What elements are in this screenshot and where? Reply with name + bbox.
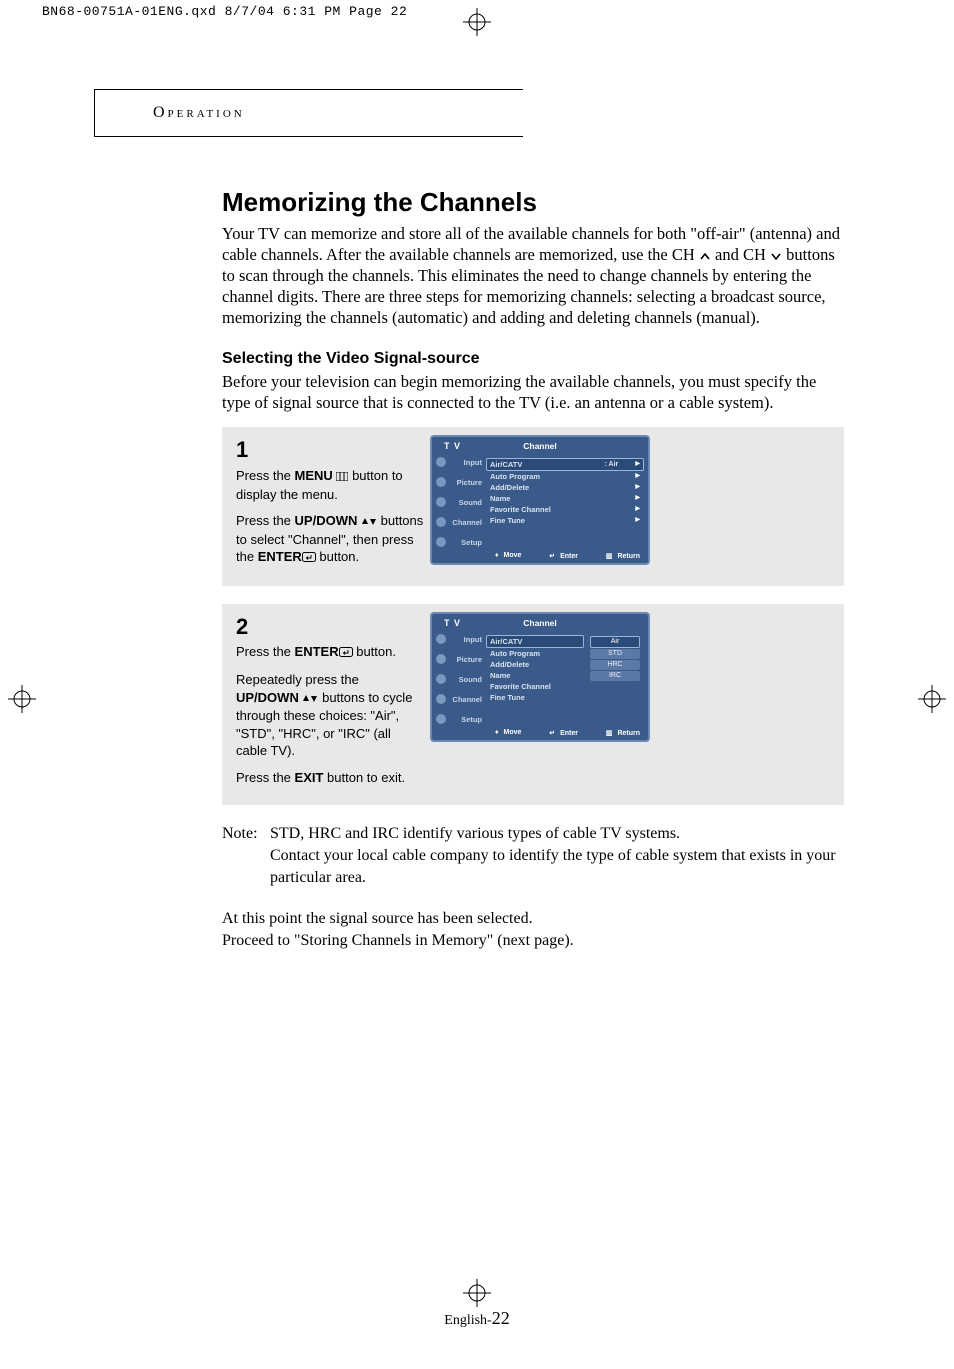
footer-lang: English- (444, 1313, 491, 1328)
step-1-number: 1 (236, 435, 424, 465)
osd-menu-row-aircatv: Air/CATV (486, 635, 584, 648)
subhead-paragraph: Before your television can begin memoriz… (222, 372, 844, 413)
intro-paragraph: Your TV can memorize and store all of th… (222, 224, 844, 328)
osd-title: Channel (432, 441, 648, 451)
osd-sidebar-setup: Setup (436, 712, 484, 728)
osd-footer-move: ♦ Move (492, 552, 521, 560)
subhead: Selecting the Video Signal-source (222, 350, 844, 368)
note-body: STD, HRC and IRC identify various types … (270, 823, 844, 888)
chevron-right-icon: ▶ (635, 471, 640, 482)
osd-footer-move: ♦ Move (492, 729, 521, 737)
ch-up-icon (699, 246, 711, 267)
osd-menu-row-aircatv: Air/CATV : Air ▶ (486, 458, 644, 471)
osd-menu: Air/CATV Auto Program Add/Delete Name Fa… (490, 636, 580, 703)
osd-menu: Air/CATV : Air ▶ Auto Program▶ Add/Delet… (490, 459, 640, 526)
step-2: 2 Press the ENTER button. Repeatedly pre… (222, 604, 844, 806)
step-1-line-1: Press the MENU button to display the men… (236, 467, 424, 503)
up-down-arrows-icon (361, 513, 377, 531)
osd-sidebar-picture: Picture (436, 475, 484, 491)
ch-down-icon (770, 246, 782, 267)
osd-option-irc: IRC (590, 671, 640, 681)
chevron-right-icon: ▶ (635, 493, 640, 504)
osd-sidebar-setup: Setup (436, 535, 484, 551)
section-tab: Operation (94, 89, 523, 137)
osd-title: Channel (432, 618, 648, 628)
step-2-line-2: Repeatedly press the UP/DOWN buttons to … (236, 671, 424, 760)
step-2-number: 2 (236, 612, 424, 642)
step-1: 1 Press the MENU button to display the m… (222, 427, 844, 585)
osd-option-air: Air (590, 636, 640, 648)
osd-menu-row-finetune: Fine Tune (490, 692, 580, 703)
osd-menu-row-autoprogram: Auto Program (490, 648, 580, 659)
step-2-line-3: Press the EXIT button to exit. (236, 769, 424, 787)
osd-screenshot-1: T V Channel Input Picture Sound Channel … (430, 435, 650, 565)
section-tab-label: Operation (153, 104, 245, 122)
enter-icon (302, 549, 316, 567)
osd-footer-return: ▥ Return (603, 552, 640, 560)
closing-paragraph: At this point the signal source has been… (222, 908, 844, 951)
osd-menu-row-autoprogram: Auto Program▶ (490, 471, 640, 482)
osd-screenshot-2: T V Channel Input Picture Sound Channel … (430, 612, 650, 742)
osd-sidebar-input: Input (436, 455, 484, 471)
osd-sidebar-sound: Sound (436, 495, 484, 511)
note-label: Note: (222, 823, 270, 888)
osd-menu-row-finetune: Fine Tune▶ (490, 515, 640, 526)
osd-footer-return: ▥ Return (603, 729, 640, 737)
osd-sidebar-channel: Channel (436, 515, 484, 531)
chevron-right-icon: ▶ (635, 482, 640, 493)
chevron-right-icon: ▶ (635, 459, 640, 470)
osd-sidebar-channel: Channel (436, 692, 484, 708)
osd-sidebar-sound: Sound (436, 672, 484, 688)
page-title: Memorizing the Channels (222, 187, 844, 218)
osd-menu-row-name: Name▶ (490, 493, 640, 504)
footer-page-number: 22 (492, 1308, 510, 1328)
osd-menu-row-favorite: Favorite Channel▶ (490, 504, 640, 515)
page-footer: English-22 (0, 1308, 954, 1329)
osd-options: Air STD HRC IRC (590, 636, 640, 682)
enter-icon (339, 644, 353, 662)
note: Note: STD, HRC and IRC identify various … (222, 823, 844, 888)
osd-footer-enter: ↵ Enter (546, 729, 578, 737)
osd-option-std: STD (590, 649, 640, 659)
step-1-line-2: Press the UP/DOWN buttons to select "Cha… (236, 512, 424, 567)
osd-footer: ♦ Move ↵ Enter ▥ Return (492, 552, 640, 560)
osd-sidebar-input: Input (436, 632, 484, 648)
osd-sidebar: Input Picture Sound Channel Setup (436, 455, 484, 555)
menu-icon (336, 468, 348, 486)
osd-sidebar-picture: Picture (436, 652, 484, 668)
chevron-right-icon: ▶ (635, 504, 640, 515)
osd-sidebar: Input Picture Sound Channel Setup (436, 632, 484, 732)
osd-menu-row-name: Name (490, 670, 580, 681)
osd-menu-row-adddelete: Add/Delete (490, 659, 580, 670)
up-down-arrows-icon (302, 690, 318, 708)
osd-menu-row-adddelete: Add/Delete▶ (490, 482, 640, 493)
osd-footer: ♦ Move ↵ Enter ▥ Return (492, 729, 640, 737)
chevron-right-icon: ▶ (635, 515, 640, 526)
osd-menu-row-favorite: Favorite Channel (490, 681, 580, 692)
osd-option-hrc: HRC (590, 660, 640, 670)
step-2-line-1: Press the ENTER button. (236, 643, 424, 662)
osd-footer-enter: ↵ Enter (546, 552, 578, 560)
